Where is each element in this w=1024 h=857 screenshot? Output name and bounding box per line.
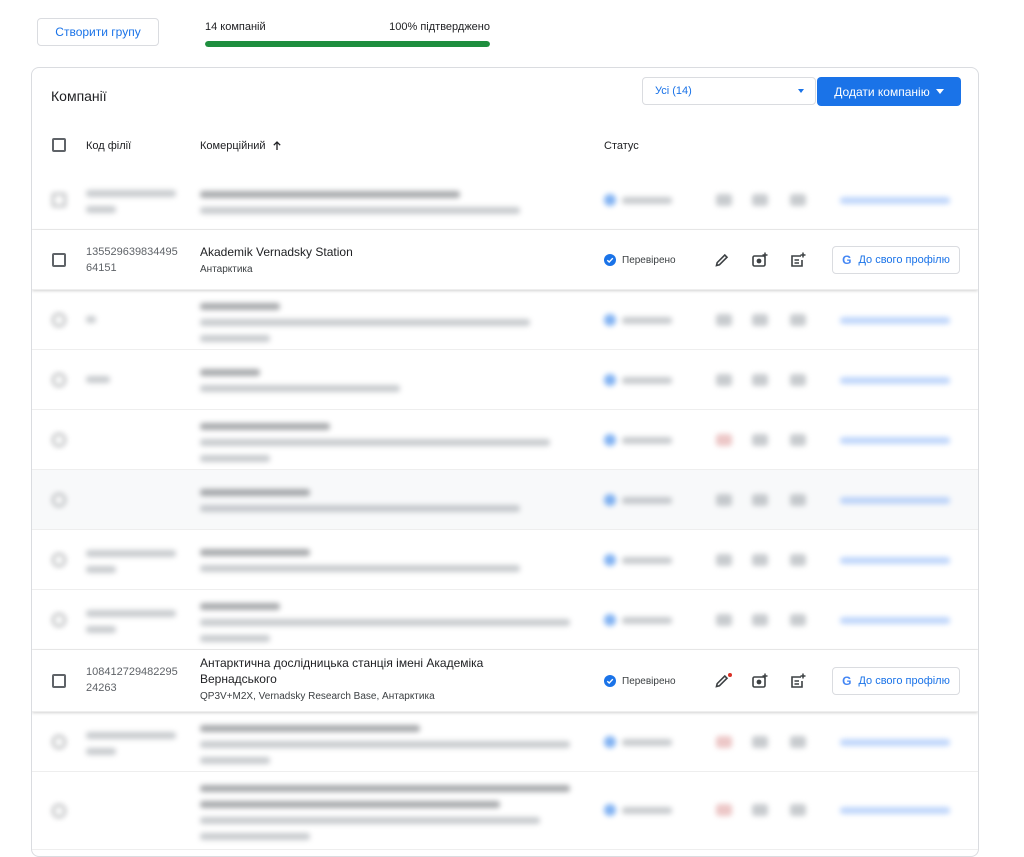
column-header-name-label: Комерційний	[200, 140, 266, 152]
add-photo-button[interactable]	[750, 250, 770, 270]
table-row[interactable]	[32, 530, 978, 590]
add-post-button[interactable]	[788, 671, 808, 691]
business-title: Антарктична дослідницька станція імені А…	[200, 656, 484, 670]
progress-bar-fill	[205, 41, 490, 47]
store-code-line: 108412729482295	[86, 666, 178, 678]
row-checkbox[interactable]	[52, 253, 66, 267]
edit-button[interactable]	[712, 671, 732, 691]
google-g-icon: G	[842, 674, 852, 688]
business-address: Антарктика	[200, 264, 253, 275]
table-row[interactable]	[32, 170, 978, 230]
add-photo-icon	[752, 252, 768, 267]
go-to-profile-label: До свого профілю	[858, 675, 950, 687]
create-group-button[interactable]: Створити групу	[37, 18, 159, 46]
store-code: 108412729482295 24263	[86, 664, 186, 696]
row-checkbox[interactable]	[52, 193, 66, 207]
add-post-button[interactable]	[788, 250, 808, 270]
table-row[interactable]	[32, 290, 978, 350]
column-header-code[interactable]: Код філії	[86, 140, 131, 152]
status-badge: Перевірено	[604, 675, 676, 687]
dropdown-caret-icon	[798, 89, 804, 93]
store-code-line: 64151	[86, 262, 117, 274]
status-badge: Перевірено	[604, 254, 676, 266]
verified-percent: 100% підтверджено	[389, 21, 490, 33]
table-row[interactable]	[32, 590, 978, 650]
store-code: 135529639834495 64151	[86, 244, 186, 276]
status-text: Перевірено	[622, 254, 676, 266]
table-row[interactable]	[32, 712, 978, 772]
table-row[interactable]	[32, 350, 978, 410]
pencil-icon	[715, 253, 729, 267]
sort-arrow-up-icon	[272, 141, 281, 150]
table-row[interactable]	[32, 410, 978, 470]
business-address: QP3V+M2X, Vernadsky Research Base, Антар…	[200, 691, 435, 702]
card-title: Компанії	[51, 88, 107, 104]
companies-card: Компанії Усі (14) Додати компанію Код фі…	[31, 67, 979, 857]
business-name: Антарктична дослідницька станція імені А…	[200, 655, 580, 704]
edit-button[interactable]	[712, 250, 732, 270]
status-text: Перевірено	[622, 675, 676, 687]
business-title: Вернадського	[200, 672, 277, 686]
select-all-checkbox[interactable]	[52, 138, 66, 152]
companies-count: 14 компаній	[205, 21, 266, 33]
add-post-icon	[791, 252, 806, 267]
notification-dot	[728, 673, 732, 677]
table-row[interactable]	[32, 772, 978, 850]
table-row[interactable]: 135529639834495 64151 Akademik Vernadsky…	[32, 230, 978, 290]
progress-bar	[205, 41, 490, 47]
table-row[interactable]: 108412729482295 24263 Антарктична дослід…	[32, 650, 978, 712]
verified-check-icon	[604, 254, 616, 266]
google-g-icon: G	[842, 253, 852, 267]
business-name: Akademik Vernadsky Station Антарктика	[200, 244, 580, 277]
store-code-line: 24263	[86, 682, 117, 694]
store-code-line: 135529639834495	[86, 246, 178, 258]
go-to-profile-button[interactable]: G До свого профілю	[832, 667, 960, 695]
add-photo-icon	[752, 673, 768, 688]
dropdown-caret-icon	[935, 89, 944, 94]
column-header-status[interactable]: Статус	[604, 140, 639, 152]
business-title: Akademik Vernadsky Station	[200, 245, 353, 259]
row-checkbox[interactable]	[52, 674, 66, 688]
go-to-profile-label: До свого профілю	[858, 254, 950, 266]
filter-select-value: Усі (14)	[655, 85, 692, 97]
table-row[interactable]	[32, 470, 978, 530]
table-header: Код філії Комерційний Статус	[32, 130, 978, 170]
add-photo-button[interactable]	[750, 671, 770, 691]
column-header-name[interactable]: Комерційний	[200, 140, 282, 152]
add-post-icon	[791, 673, 806, 688]
add-company-button[interactable]: Додати компанію	[817, 77, 961, 106]
verified-check-icon	[604, 675, 616, 687]
filter-select[interactable]: Усі (14)	[642, 77, 816, 105]
verification-progress: 14 компаній 100% підтверджено	[205, 21, 490, 47]
go-to-profile-button[interactable]: G До свого профілю	[832, 246, 960, 274]
add-company-label: Додати компанію	[834, 84, 930, 99]
